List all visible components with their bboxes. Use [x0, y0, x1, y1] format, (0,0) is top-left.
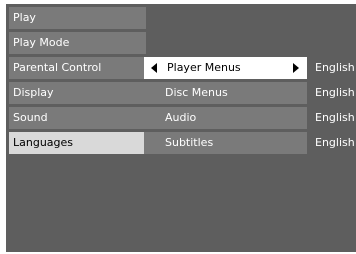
disc-menus-value: English — [315, 86, 355, 99]
subtitles-value: English — [315, 136, 355, 149]
submenu-item-audio[interactable]: Audio — [144, 107, 307, 129]
main-menu: Play Play Mode Parental Control Display … — [9, 7, 146, 157]
arrow-right-icon[interactable] — [293, 63, 299, 73]
menu-item-parental-control[interactable]: Parental Control — [9, 57, 146, 79]
submenu-item-label: Audio — [165, 111, 197, 124]
submenu-item-label: Player Menus — [167, 61, 241, 74]
submenu-item-label: Disc Menus — [165, 86, 228, 99]
submenu-item-label: Subtitles — [165, 136, 214, 149]
languages-submenu: Player Menus Disc Menus Audio Subtitles — [144, 57, 307, 157]
audio-value: English — [315, 111, 355, 124]
arrow-left-icon[interactable] — [151, 63, 157, 73]
setting-values: English English English English — [315, 57, 356, 157]
menu-item-display[interactable]: Display — [9, 82, 146, 104]
menu-item-play-mode[interactable]: Play Mode — [9, 32, 146, 54]
submenu-item-disc-menus[interactable]: Disc Menus — [144, 82, 307, 104]
menu-item-languages[interactable]: Languages — [9, 132, 146, 154]
submenu-item-subtitles[interactable]: Subtitles — [144, 132, 307, 154]
menu-item-sound[interactable]: Sound — [9, 107, 146, 129]
player-menus-value: English — [315, 61, 355, 74]
setup-screen: Play Play Mode Parental Control Display … — [6, 4, 356, 252]
menu-item-play[interactable]: Play — [9, 7, 146, 29]
submenu-item-player-menus[interactable]: Player Menus — [144, 57, 307, 79]
